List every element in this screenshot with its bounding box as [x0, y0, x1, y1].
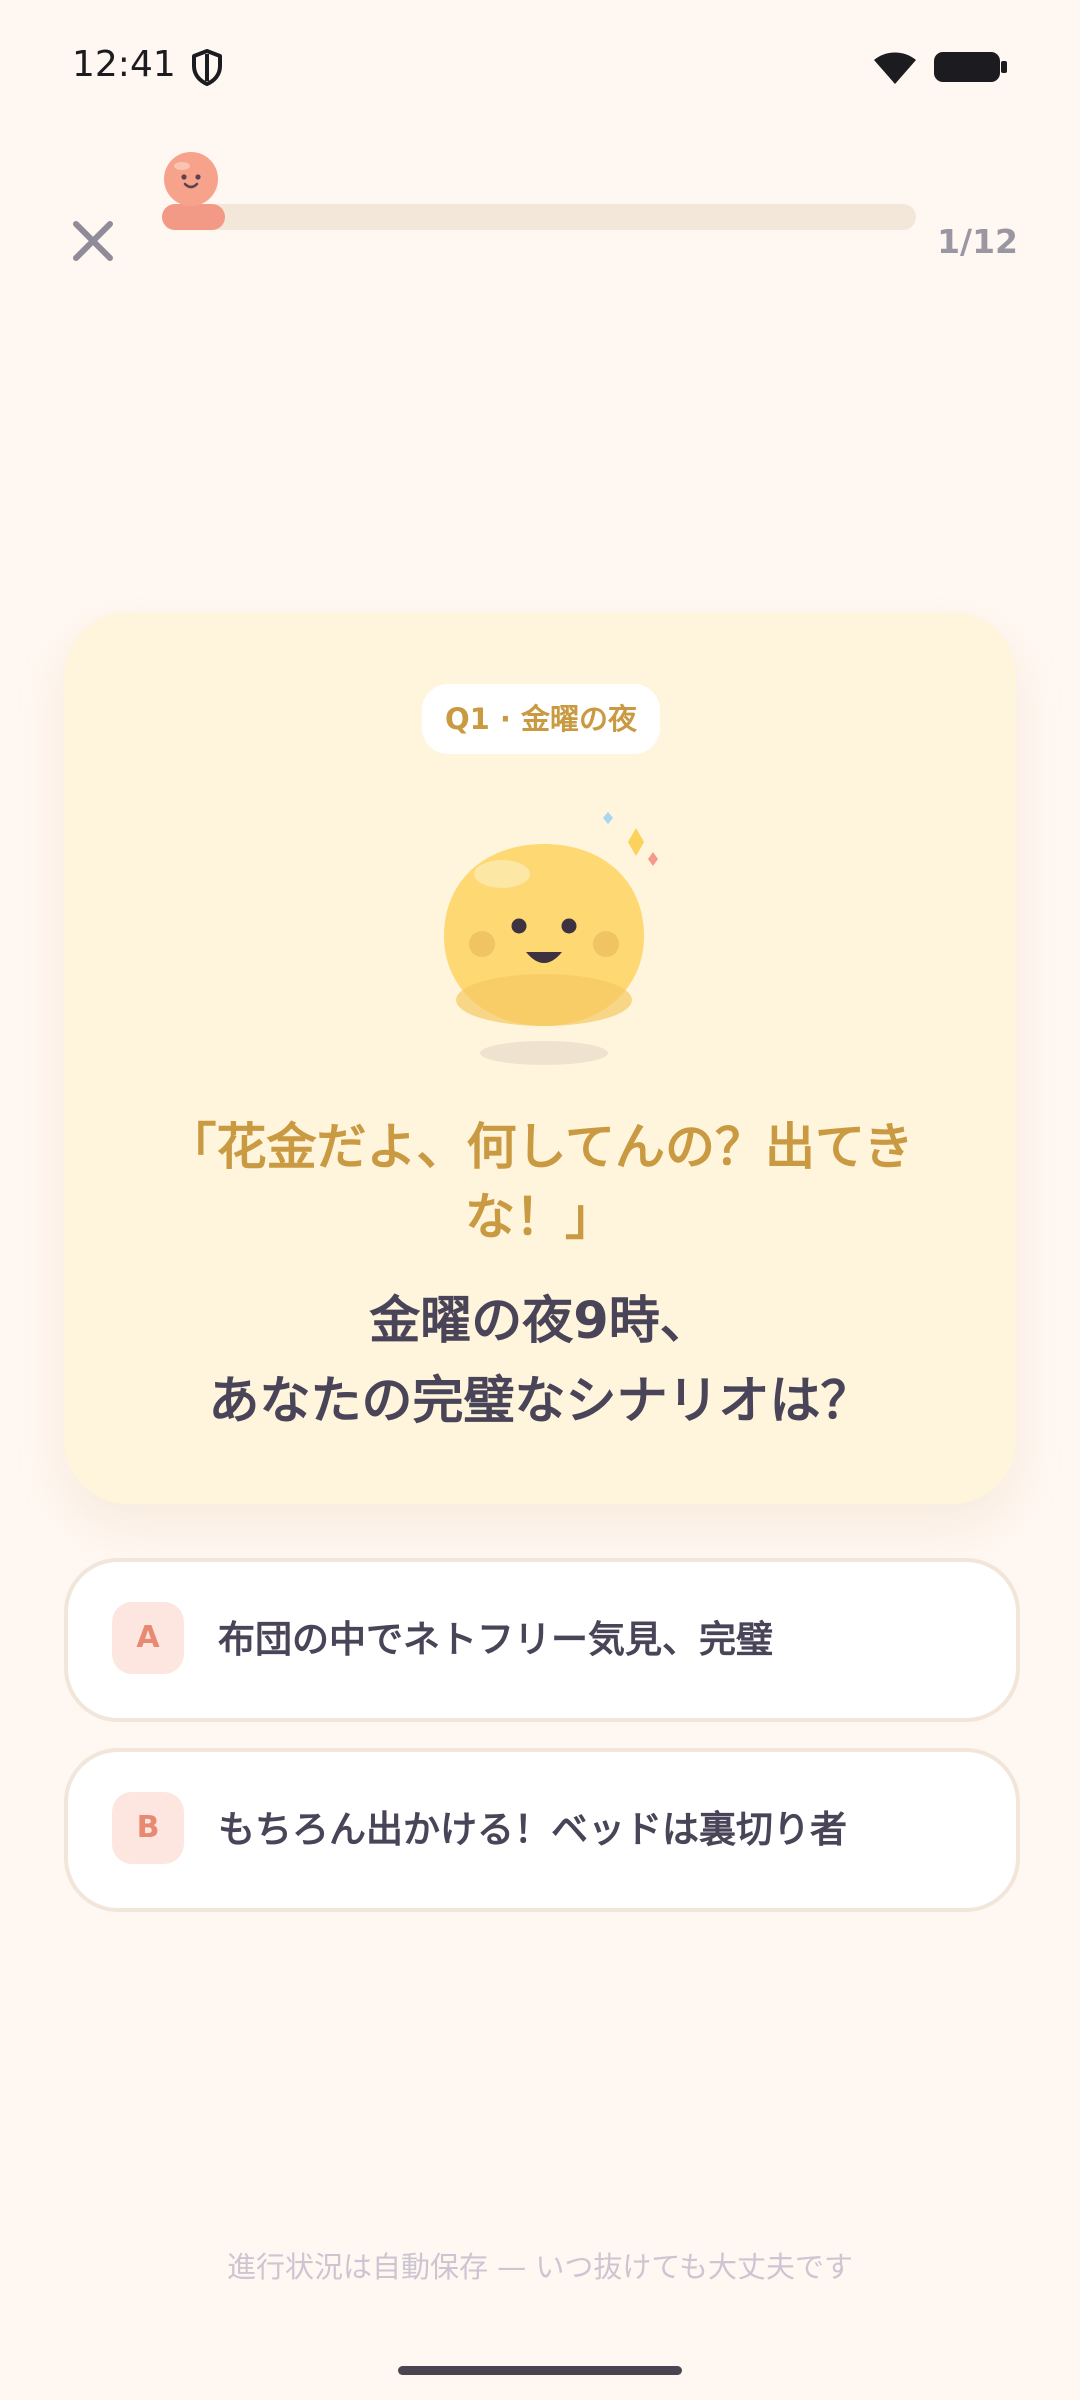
- wifi-icon: [874, 52, 916, 84]
- card-quote: 「花金だよ、何してんの？出てき な！」: [124, 1112, 956, 1252]
- answer-option-b[interactable]: B もちろん出かける！ベッドは裏切り者: [64, 1748, 1020, 1912]
- card-quote-line-2: な！」: [465, 1188, 615, 1246]
- progress-mascot-icon: [164, 152, 218, 206]
- question-text: 金曜の夜9時、 あなたの完璧なシナリオは？: [104, 1282, 976, 1442]
- quiz-progress-bar: [162, 204, 916, 230]
- autosave-note: 進行状況は自動保存 — いつ抜けても大丈夫です: [227, 2250, 853, 2284]
- progress-count: 1/12: [937, 222, 1018, 261]
- answer-option-a[interactable]: A 布団の中でネトフリー気見、完璧: [64, 1558, 1020, 1722]
- question-chip: Q1 · 金曜の夜: [422, 684, 660, 754]
- home-indicator[interactable]: [398, 2366, 682, 2375]
- blob-mascot-icon: [444, 812, 658, 1065]
- status-bar: 12:41: [0, 0, 1080, 130]
- question-text-line-1: 金曜の夜9時、: [369, 1292, 711, 1351]
- answer-letter-badge: B: [112, 1792, 184, 1864]
- answer-text: もちろん出かける！ベッドは裏切り者: [218, 1808, 847, 1851]
- question-card: Q1 · 金曜の夜 「花金だよ、何してんの？出てき な！」 金曜の夜9時、 あな…: [64, 612, 1016, 1504]
- question-text-line-2: あなたの完璧なシナリオは？: [208, 1372, 872, 1431]
- shield-icon: [192, 49, 222, 86]
- close-icon[interactable]: [68, 216, 118, 266]
- answer-letter-badge: A: [112, 1602, 184, 1674]
- battery-icon: [934, 52, 1007, 82]
- status-time: 12:41: [72, 44, 176, 85]
- card-quote-line-1: 「花金だよ、何してんの？出てき: [166, 1118, 914, 1176]
- answer-text: 布団の中でネトフリー気見、完璧: [218, 1618, 773, 1661]
